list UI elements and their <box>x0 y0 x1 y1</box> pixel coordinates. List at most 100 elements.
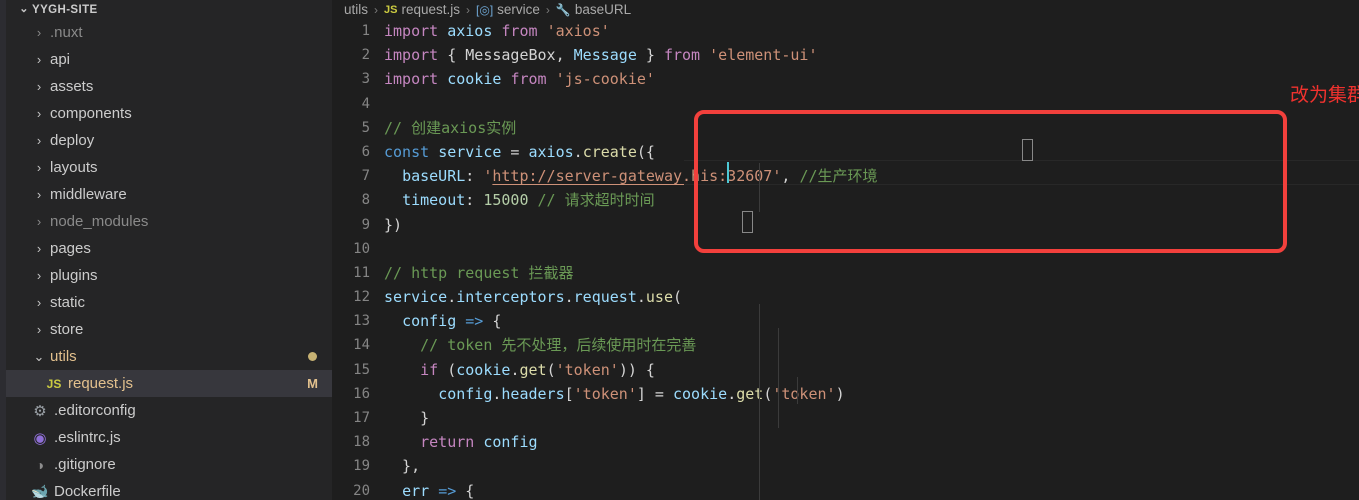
tree-folder-assets[interactable]: › assets <box>6 73 332 100</box>
code-line[interactable]: 12 service.interceptors.request.use( <box>332 285 1359 309</box>
code-token: 'token' <box>772 384 836 403</box>
line-number: 6 <box>361 143 370 160</box>
tree-folder-api[interactable]: › api <box>6 46 332 73</box>
tree-item-label: plugins <box>50 267 98 284</box>
tree-folder-deploy[interactable]: › deploy <box>6 127 332 154</box>
tree-file-editorconfig[interactable]: ⚙ .editorconfig <box>6 397 332 424</box>
code-line-content: // 创建axios实例 <box>384 116 1359 140</box>
code-line[interactable]: 15 if (cookie.get('token')) { <box>332 358 1359 382</box>
js-file-icon: JS <box>46 376 62 391</box>
code-token: //生产环境 <box>799 167 878 186</box>
code-line[interactable]: 1 import axios from 'axios' <box>332 19 1359 43</box>
breadcrumb-item-utils[interactable]: utils <box>344 2 368 17</box>
code-token: config <box>402 312 457 331</box>
tree-folder-store[interactable]: › store <box>6 316 332 343</box>
tree-folder-pages[interactable]: › pages <box>6 235 332 262</box>
tree-file-gitignore[interactable]: ◑ .gitignore <box>6 451 332 478</box>
code-token: ( <box>438 360 457 379</box>
code-line[interactable]: 3 import cookie from 'js-cookie' <box>332 67 1359 91</box>
code-token: => <box>465 312 484 331</box>
tree-file-request-js[interactable]: JS request.js M <box>6 370 332 397</box>
code-editor[interactable]: 1 import axios from 'axios' 2 import { Mess… <box>332 19 1359 500</box>
tree-folder-plugins[interactable]: › plugins <box>6 262 332 289</box>
code-token[interactable]: http://server-gateway.his:32607 <box>492 167 772 185</box>
vscode-window: ⌄ YYGH-SITE › .nuxt › api › assets › com… <box>0 0 1359 500</box>
code-token: baseURL <box>402 167 466 186</box>
code-line-content <box>384 92 1359 116</box>
code-line[interactable]: 9}) <box>332 213 1359 237</box>
code-token: timeout <box>402 191 466 210</box>
code-token: 15000 <box>483 191 529 210</box>
tree-folder-nuxt[interactable]: › .nuxt <box>6 19 332 46</box>
bracket-match-open <box>1022 139 1033 161</box>
code-token: from <box>510 70 547 89</box>
code-token: service <box>384 288 448 307</box>
tree-folder-utils[interactable]: ⌄ utils <box>6 343 332 370</box>
code-line[interactable]: 19 }, <box>332 454 1359 478</box>
property-icon: 🔧 <box>555 2 571 17</box>
code-line-content: err => { <box>384 479 1359 500</box>
code-token: , <box>555 46 574 65</box>
code-line-content: return config <box>384 430 1359 454</box>
tree-folder-node-modules[interactable]: › node_modules <box>6 208 332 235</box>
tree-folder-middleware[interactable]: › middleware <box>6 181 332 208</box>
code-line[interactable]: 5 // 创建axios实例 <box>332 116 1359 140</box>
js-file-icon: JS <box>384 3 398 16</box>
code-token: request <box>573 288 637 307</box>
tree-item-label: store <box>50 321 84 338</box>
code-line-content: // token 先不处理，后续使用时在完善 <box>384 333 1359 357</box>
code-token: 'token' <box>573 384 637 403</box>
code-token: { <box>483 312 502 331</box>
code-line[interactable]: 2 import { MessageBox, Message } from 'el… <box>332 43 1359 67</box>
code-line[interactable]: 13 config => { <box>332 309 1359 333</box>
line-number: 20 <box>353 482 370 499</box>
code-line[interactable]: 11 // http request 拦截器 <box>332 261 1359 285</box>
breadcrumb-item-request-js[interactable]: JS request.js <box>384 2 460 17</box>
tree-item-label: .gitignore <box>54 456 116 473</box>
code-line[interactable]: 16 config.headers['token'] = cookie.get(… <box>332 382 1359 406</box>
tree-item-label: components <box>50 105 132 122</box>
code-line[interactable]: 8 timeout: 15000 // 请求超时时间 <box>332 188 1359 212</box>
code-line[interactable]: 4 <box>332 92 1359 116</box>
code-line-content <box>384 237 1359 261</box>
line-number: 19 <box>353 458 370 475</box>
breadcrumb-item-service[interactable]: [◎] service <box>476 2 540 17</box>
code-token: config <box>438 384 493 403</box>
explorer-root-header[interactable]: ⌄ YYGH-SITE <box>6 0 332 19</box>
text-caret <box>727 162 729 183</box>
chevron-right-icon: › <box>36 322 42 337</box>
tree-file-eslintrc[interactable]: ◉ .eslintrc.js <box>6 424 332 451</box>
code-token: import <box>384 70 439 89</box>
code-line[interactable]: 18 return config <box>332 430 1359 454</box>
tree-file-dockerfile[interactable]: 🐋 Dockerfile <box>6 478 332 500</box>
tree-item-label: pages <box>50 240 91 257</box>
tree-folder-components[interactable]: › components <box>6 100 332 127</box>
line-number: 14 <box>353 337 370 354</box>
tree-folder-layouts[interactable]: › layouts <box>6 154 332 181</box>
code-token: ( <box>763 384 773 403</box>
explorer-root-label: YYGH-SITE <box>32 3 98 16</box>
code-line-content: timeout: 15000 // 请求超时时间 <box>384 188 1359 212</box>
chevron-right-icon: › <box>36 268 42 283</box>
code-line[interactable]: 17 } <box>332 406 1359 430</box>
code-token: ( <box>546 360 556 379</box>
tree-folder-static[interactable]: › static <box>6 289 332 316</box>
breadcrumb-item-baseurl[interactable]: 🔧 baseURL <box>556 2 631 17</box>
code-line[interactable]: 10 <box>332 237 1359 261</box>
code-token: headers <box>501 384 565 403</box>
tree-item-label: assets <box>50 78 94 95</box>
code-token: } <box>384 409 430 427</box>
code-token: => <box>438 481 457 500</box>
code-line[interactable]: 14 // token 先不处理，后续使用时在完善 <box>332 333 1359 357</box>
code-line[interactable]: 20 err => { <box>332 479 1359 500</box>
code-token: config <box>483 433 538 452</box>
tree-item-label: middleware <box>50 186 127 203</box>
